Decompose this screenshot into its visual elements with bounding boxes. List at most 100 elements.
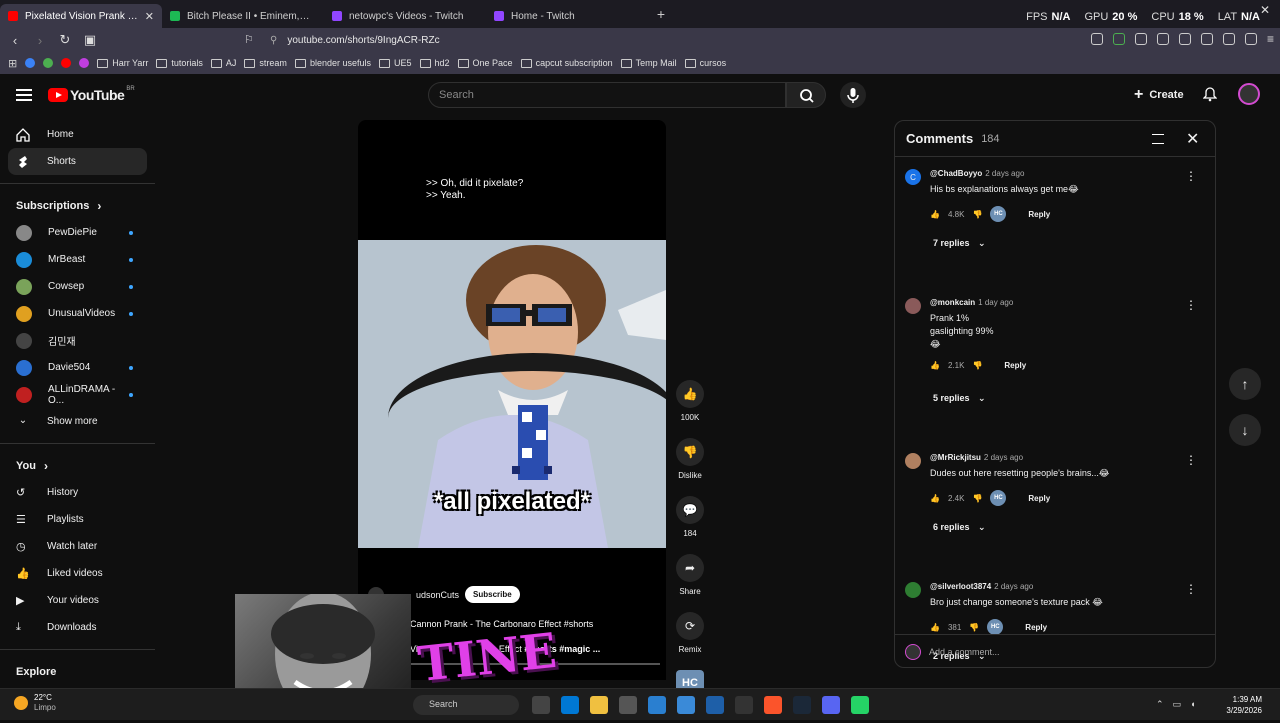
view-replies-button[interactable]: 7 replies ⌄ <box>933 238 986 249</box>
sidebar-item-history[interactable]: ↺ History <box>0 479 147 506</box>
bookmark-item[interactable]: tutorials <box>156 58 203 68</box>
subscriptions-heading[interactable]: Subscriptions › <box>0 192 155 219</box>
thumbs-down-button[interactable]: 👎 Dislike <box>672 438 708 480</box>
playlist-icon[interactable] <box>1200 33 1213 45</box>
blender-icon[interactable] <box>706 696 724 714</box>
bookmark-item[interactable]: stream <box>244 58 287 68</box>
steam-icon[interactable] <box>793 696 811 714</box>
add-comment-input[interactable]: Add a comment... <box>929 647 1000 657</box>
hamburger-menu-icon[interactable] <box>16 89 32 101</box>
subscribe-button[interactable]: Subscribe <box>465 586 520 603</box>
puzzle-icon[interactable] <box>1134 33 1147 45</box>
bookmark-item[interactable]: blender usefuls <box>294 58 371 68</box>
like-icon[interactable]: 👍 <box>930 623 940 632</box>
back-icon[interactable]: ‹ <box>5 33 25 48</box>
view-replies-button[interactable]: 6 replies ⌄ <box>933 522 986 533</box>
commenter-avatar[interactable] <box>905 453 921 469</box>
shield-icon[interactable] <box>1112 33 1125 45</box>
like-icon[interactable]: 👍 <box>930 494 940 503</box>
new-tab-button[interactable]: + <box>650 6 672 22</box>
subscription-item[interactable]: Cowsep <box>0 273 147 300</box>
add-comment-area[interactable]: Add a comment... <box>895 634 1215 667</box>
like-icon[interactable]: 👍 <box>930 361 940 370</box>
browser-tab[interactable]: netowpc's Videos - Twitch <box>324 4 486 28</box>
dislike-icon[interactable]: 👎 <box>972 361 982 370</box>
reply-button[interactable]: Reply <box>1028 210 1050 219</box>
subscription-item[interactable]: PewDiePie <box>0 219 147 246</box>
bookmark-item[interactable]: hd2 <box>419 58 450 68</box>
chevron-up-icon[interactable]: ⌃ <box>1156 699 1164 710</box>
voice-search-button[interactable] <box>840 82 866 108</box>
more-options-icon[interactable]: ⋮ <box>1185 453 1197 467</box>
reply-button[interactable]: Reply <box>1028 494 1050 503</box>
calculator-icon[interactable] <box>619 696 637 714</box>
thumbs-up-button[interactable]: 👍 100K <box>672 380 708 422</box>
bookmark-favicon[interactable] <box>79 58 90 68</box>
browser-tab[interactable]: Home - Twitch <box>486 4 648 28</box>
commenter-avatar[interactable] <box>905 298 921 314</box>
reload-icon[interactable]: ↻ <box>55 32 75 48</box>
subscription-item[interactable]: MrBeast <box>0 246 147 273</box>
sidebar-toggle-icon[interactable]: ▣ <box>80 32 100 48</box>
comment-author[interactable]: @MrRickjitsu 2 days ago <box>930 453 1023 462</box>
dislike-icon[interactable]: 👎 <box>972 210 982 219</box>
channel-name[interactable]: udsonCuts <box>416 590 459 600</box>
url-field[interactable]: ⚲ youtube.com/shorts/9IngACR-RZc <box>270 32 890 48</box>
comment-button[interactable]: 💬 184 <box>672 496 708 538</box>
comment-author[interactable]: @silverloot3874 2 days ago <box>930 582 1033 591</box>
more-options-icon[interactable]: ⋮ <box>1185 169 1197 183</box>
tab-close-icon[interactable]: ✕ <box>145 10 154 23</box>
obs-icon[interactable] <box>735 696 753 714</box>
bookmark-item[interactable]: cursos <box>684 58 726 68</box>
task-view-icon[interactable] <box>532 696 550 714</box>
sidebar-item-liked-videos[interactable]: 👍 Liked videos <box>0 560 147 587</box>
wallet-icon[interactable] <box>1156 33 1169 45</box>
sidebar-item-shorts[interactable]: Shorts <box>8 148 147 175</box>
youtube-logo[interactable]: YouTube BR <box>48 86 135 103</box>
subscription-item[interactable]: ALLinDRAMA - O... <box>0 381 147 408</box>
browser-tab[interactable]: Bitch Please II • Eminem, Dr. Dre, Snoo <box>162 4 324 28</box>
extension-icon[interactable] <box>1090 33 1103 45</box>
tabs-icon[interactable] <box>1178 33 1191 45</box>
previous-short-button[interactable]: ↑ <box>1229 368 1261 400</box>
bookmark-item[interactable]: Harr Yarr <box>97 58 148 68</box>
bookmark-item[interactable]: capcut subscription <box>520 58 613 68</box>
file-explorer-icon[interactable] <box>590 696 608 714</box>
account-avatar[interactable] <box>1238 83 1260 105</box>
reply-button[interactable]: Reply <box>1004 361 1026 370</box>
comment-author[interactable]: @ChadBoyyo 2 days ago <box>930 169 1024 178</box>
forward-icon[interactable]: › <box>30 33 50 48</box>
sidebar-item-playlists[interactable]: ☰ Playlists <box>0 506 147 533</box>
clock[interactable]: 1:39 AM 3/29/2026 <box>1212 694 1262 716</box>
photos-icon[interactable] <box>677 696 695 714</box>
comment-author[interactable]: @monkcain 1 day ago <box>930 298 1013 307</box>
sidebar-item-watch-later[interactable]: ◷ Watch later <box>0 533 147 560</box>
commenter-avatar[interactable] <box>905 582 921 598</box>
close-icon[interactable]: ✕ <box>1186 129 1199 149</box>
show-more-button[interactable]: ⌄ Show more <box>0 408 147 435</box>
site-info-icon[interactable]: ⚲ <box>270 35 277 46</box>
next-short-button[interactable]: ↓ <box>1229 414 1261 446</box>
window-close-icon[interactable]: ✕ <box>1260 3 1270 17</box>
subscription-item[interactable]: Davie504 <box>0 354 147 381</box>
view-replies-button[interactable]: 5 replies ⌄ <box>933 393 986 404</box>
notifications-bell-icon[interactable] <box>1203 87 1217 102</box>
dislike-icon[interactable]: 👎 <box>969 623 979 632</box>
dislike-icon[interactable]: 👎 <box>972 494 982 503</box>
sidebar-item-home[interactable]: Home <box>0 121 147 148</box>
subscription-item[interactable]: 김민재 <box>0 327 147 354</box>
sort-icon[interactable] <box>1152 134 1164 144</box>
network-icon[interactable]: ▭ <box>1173 699 1182 710</box>
more-options-icon[interactable]: ⋮ <box>1185 582 1197 596</box>
more-options-icon[interactable]: ⋮ <box>1185 298 1197 312</box>
taskbar-search[interactable]: Search <box>413 695 519 715</box>
apps-grid-icon[interactable]: ⊞ <box>8 57 17 70</box>
whatsapp-icon[interactable] <box>851 696 869 714</box>
sidebar-item-downloads[interactable]: ⤓ Downloads <box>0 614 147 641</box>
remix-button[interactable]: ⟳ Remix <box>672 612 708 654</box>
create-button[interactable]: + Create <box>1134 86 1184 104</box>
bookmark-favicon[interactable] <box>43 58 54 68</box>
bookmark-item[interactable]: AJ <box>210 58 236 68</box>
you-heading[interactable]: You › <box>0 452 155 479</box>
discord-icon[interactable] <box>822 696 840 714</box>
